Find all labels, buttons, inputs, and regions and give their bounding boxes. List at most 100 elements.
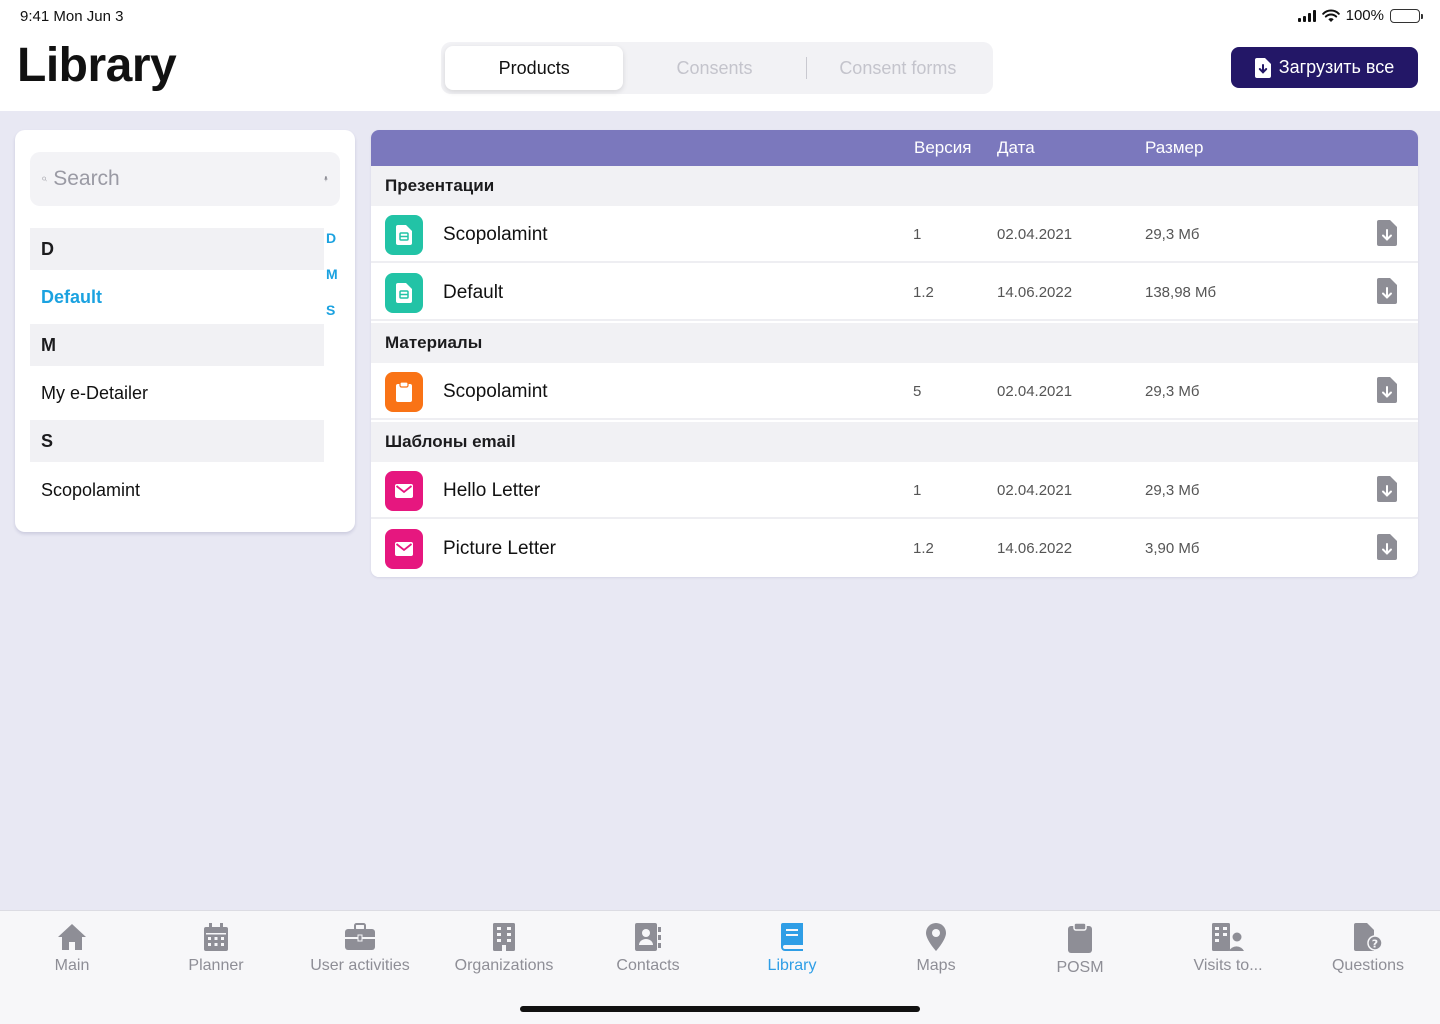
- calendar-icon: [204, 923, 228, 951]
- row-date: 02.04.2021: [997, 383, 1073, 400]
- search-box: [30, 152, 340, 206]
- building-icon: [493, 923, 515, 951]
- download-icon[interactable]: [1377, 534, 1397, 560]
- segmented-control: Products Consents Consent forms: [441, 42, 993, 94]
- download-icon[interactable]: [1377, 278, 1397, 304]
- visits-icon: [1212, 923, 1244, 951]
- mail-icon: [385, 529, 423, 569]
- tab-products[interactable]: Products: [445, 46, 624, 90]
- header-bar: 9:41 Mon Jun 3 100% Library Products Con…: [0, 0, 1440, 111]
- wifi-icon: [1321, 9, 1340, 22]
- table-row[interactable]: Hello Letter 1 02.04.2021 29,3 Мб: [371, 462, 1418, 519]
- documents-table: Версия Дата Размер Презентации Scopolami…: [371, 130, 1418, 577]
- index-letter-s[interactable]: S: [326, 302, 335, 318]
- row-version: 1.2: [913, 284, 934, 301]
- tab-label: Organizations: [454, 957, 554, 974]
- tab-user-activities[interactable]: User activities: [295, 923, 425, 975]
- home-indicator: [520, 1006, 920, 1012]
- sidebar-item-default[interactable]: Default: [41, 287, 102, 308]
- page-title: Library: [17, 39, 177, 92]
- tab-label: Questions: [1331, 957, 1405, 974]
- tab-maps[interactable]: Maps: [871, 923, 1001, 975]
- file-download-icon: [1254, 57, 1271, 78]
- upload-all-button[interactable]: Загрузить все: [1231, 47, 1418, 88]
- upload-all-label: Загрузить все: [1278, 57, 1395, 77]
- row-date: 02.04.2021: [997, 482, 1073, 499]
- status-bar: 9:41 Mon Jun 3 100%: [0, 0, 1440, 32]
- row-size: 29,3 Мб: [1145, 383, 1200, 400]
- table-row[interactable]: Scopolamint 5 02.04.2021 29,3 Мб: [371, 363, 1418, 420]
- microphone-icon[interactable]: [324, 166, 328, 192]
- index-letter-m[interactable]: M: [326, 266, 338, 282]
- row-version: 1: [913, 226, 922, 243]
- tab-planner[interactable]: Planner: [151, 923, 281, 975]
- map-pin-icon: [926, 923, 946, 951]
- row-date: 14.06.2022: [997, 540, 1073, 557]
- tab-label: POSM: [1056, 959, 1104, 976]
- tab-label: Main: [54, 957, 90, 974]
- group-header-materials: Материалы: [371, 323, 1418, 363]
- row-name: Hello Letter: [443, 480, 541, 501]
- tab-posm[interactable]: POSM: [1015, 923, 1145, 977]
- section-header-m: M: [30, 324, 324, 366]
- section-header-d: D: [30, 228, 324, 270]
- row-version: 1: [913, 482, 922, 499]
- tab-library[interactable]: Library: [727, 923, 857, 975]
- briefcase-icon: [345, 923, 375, 950]
- row-name: Default: [443, 282, 504, 303]
- battery-icon: [1390, 8, 1423, 23]
- column-version: Версия: [914, 138, 972, 157]
- row-date: 14.06.2022: [997, 284, 1073, 301]
- question-doc-icon: ?: [1354, 923, 1382, 951]
- index-letter-d[interactable]: D: [326, 230, 336, 246]
- tab-label: Planner: [188, 957, 244, 974]
- table-row[interactable]: Picture Letter 1.2 14.06.2022 3,90 Мб: [371, 520, 1418, 577]
- search-input[interactable]: [53, 167, 325, 191]
- group-header-presentations: Презентации: [371, 166, 1418, 206]
- clipboard-icon: [1068, 923, 1092, 953]
- tab-label: Maps: [916, 957, 956, 974]
- contact-book-icon: [635, 923, 661, 951]
- library-sidebar: D Default M My e-Detailer S Scopolamint …: [15, 130, 355, 532]
- tab-organizations[interactable]: Organizations: [439, 923, 569, 975]
- download-icon[interactable]: [1377, 377, 1397, 403]
- table-row[interactable]: Default 1.2 14.06.2022 138,98 Мб: [371, 264, 1418, 321]
- row-name: Scopolamint: [443, 224, 548, 245]
- row-version: 1.2: [913, 540, 934, 557]
- status-indicators: 100%: [1297, 7, 1423, 24]
- table-header: Версия Дата Размер: [371, 130, 1418, 166]
- row-size: 138,98 Мб: [1145, 284, 1217, 301]
- search-icon: [42, 176, 47, 182]
- signal-icon: [1297, 9, 1316, 22]
- tab-label: Library: [767, 957, 817, 974]
- tab-label: User activities: [310, 957, 410, 974]
- tab-questions[interactable]: ? Questions: [1303, 923, 1433, 975]
- row-size: 3,90 Мб: [1145, 540, 1200, 557]
- column-date: Дата: [997, 138, 1035, 157]
- status-date-value: Mon Jun 3: [53, 8, 124, 25]
- table-row[interactable]: Scopolamint 1 02.04.2021 29,3 Мб: [371, 206, 1418, 263]
- tab-visits[interactable]: Visits to...: [1163, 923, 1293, 975]
- status-time: 9:41 Mon Jun 3: [20, 8, 123, 25]
- tab-contacts[interactable]: Contacts: [583, 923, 713, 975]
- row-name: Picture Letter: [443, 538, 556, 559]
- presentation-icon: [385, 273, 423, 313]
- download-icon[interactable]: [1377, 476, 1397, 502]
- tab-label: Visits to...: [1193, 957, 1263, 974]
- book-icon: [781, 923, 803, 951]
- svg-text:?: ?: [1372, 938, 1378, 951]
- tab-label: Contacts: [616, 957, 680, 974]
- mail-icon: [385, 471, 423, 511]
- tab-main[interactable]: Main: [7, 923, 137, 975]
- clipboard-icon: [385, 372, 423, 412]
- row-version: 5: [913, 383, 922, 400]
- home-icon: [58, 924, 86, 950]
- row-size: 29,3 Мб: [1145, 482, 1200, 499]
- tab-consents[interactable]: Consents: [623, 46, 805, 90]
- sidebar-item-my-e-detailer[interactable]: My e-Detailer: [41, 383, 148, 404]
- column-size: Размер: [1145, 138, 1204, 157]
- tab-consent-forms[interactable]: Consent forms: [807, 46, 989, 90]
- group-header-email-templates: Шаблоны email: [371, 422, 1418, 462]
- sidebar-item-scopolamint[interactable]: Scopolamint: [41, 480, 140, 501]
- download-icon[interactable]: [1377, 220, 1397, 246]
